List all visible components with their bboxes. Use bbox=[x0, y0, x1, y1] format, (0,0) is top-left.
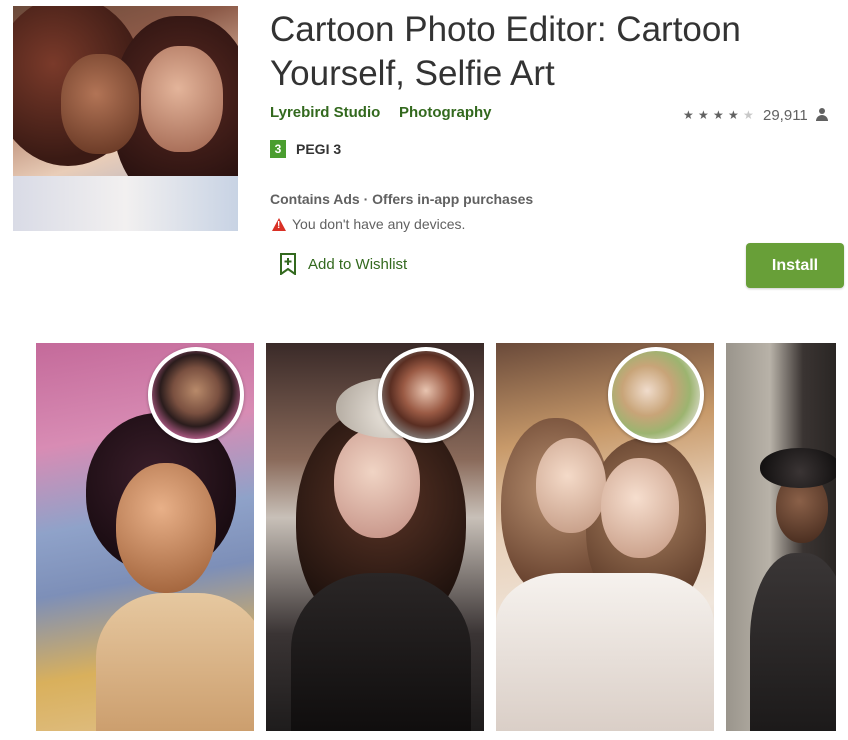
star-icon: ★ bbox=[713, 108, 724, 122]
wishlist-label: Add to Wishlist bbox=[308, 255, 408, 273]
bookmark-plus-icon bbox=[280, 253, 296, 275]
category-link[interactable]: Photography bbox=[399, 104, 492, 121]
before-photo-inset bbox=[608, 347, 704, 443]
device-warning-text: You don't have any devices. bbox=[292, 216, 466, 232]
developer-link[interactable]: Lyrebird Studio bbox=[270, 104, 380, 121]
app-title: Cartoon Photo Editor: Cartoon Yourself, … bbox=[270, 10, 741, 93]
device-warning: You don't have any devices. bbox=[272, 216, 465, 232]
star-icon: ★ bbox=[698, 108, 709, 122]
before-photo-inset bbox=[148, 347, 244, 443]
content-rating: 3 PEGI 3 bbox=[270, 140, 341, 158]
rating-count: 29,911 bbox=[763, 106, 808, 124]
star-empty-icon: ★ bbox=[743, 108, 754, 122]
rating-summary: ★ ★ ★ ★ ★ 29,911 bbox=[683, 106, 828, 124]
screenshot-1[interactable] bbox=[36, 343, 254, 731]
add-to-wishlist-button[interactable]: Add to Wishlist bbox=[279, 253, 407, 275]
star-icon: ★ bbox=[683, 108, 694, 122]
warning-triangle-icon bbox=[272, 217, 286, 231]
app-icon bbox=[13, 6, 238, 231]
install-button[interactable]: Install bbox=[746, 243, 844, 288]
pegi-label: PEGI 3 bbox=[296, 141, 342, 157]
pegi-badge-icon: 3 bbox=[270, 140, 286, 158]
ads-notice: Contains Ads · Offers in-app purchases bbox=[270, 191, 534, 207]
screenshot-4[interactable] bbox=[726, 343, 836, 731]
star-icon: ★ bbox=[728, 108, 739, 122]
person-icon bbox=[815, 108, 828, 122]
screenshot-3[interactable] bbox=[496, 343, 714, 731]
before-photo-inset bbox=[378, 347, 474, 443]
screenshot-2[interactable] bbox=[266, 343, 484, 731]
